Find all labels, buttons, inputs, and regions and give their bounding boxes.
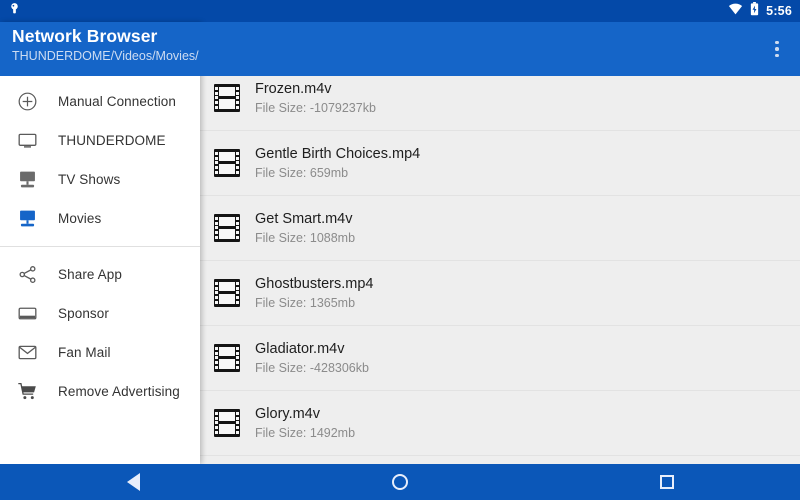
recents-icon[interactable] xyxy=(607,464,727,500)
share-icon xyxy=(14,262,40,288)
battery-charging-icon xyxy=(750,1,759,21)
list-item-text: Gentle Birth Choices.mp4 File Size: 659m… xyxy=(255,145,420,182)
list-item[interactable]: Get Smart.m4v File Size: 1088mb xyxy=(200,196,800,261)
list-item[interactable]: Ghostbusters.mp4 File Size: 1365mb xyxy=(200,261,800,326)
file-name: Glory.m4v xyxy=(255,405,320,422)
file-name: Gladiator.m4v xyxy=(255,340,345,357)
sidebar-item-label: Manual Connection xyxy=(58,94,177,109)
file-name: Ghostbusters.mp4 xyxy=(255,275,374,292)
sidebar-item-sponsor[interactable]: Sponsor xyxy=(0,294,200,333)
list-item[interactable]: Gentle Birth Choices.mp4 File Size: 659m… xyxy=(200,131,800,196)
sidebar-item-label: Remove Advertising xyxy=(58,384,180,399)
film-icon xyxy=(214,84,240,112)
file-list[interactable]: Frozen.m4v File Size: -1079237kb Gentle … xyxy=(200,66,800,464)
wifi-icon xyxy=(728,2,743,20)
sidebar-item-label: Sponsor xyxy=(58,306,109,321)
file-list-panel[interactable]: Frozen.m4v File Size: -1079237kb Gentle … xyxy=(200,22,800,464)
sidebar-item-fan-mail[interactable]: Fan Mail xyxy=(0,333,200,372)
envelope-icon xyxy=(14,340,40,366)
list-item[interactable]: Glory.m4v File Size: 1492mb xyxy=(200,391,800,456)
status-bar: 5:56 xyxy=(0,0,800,22)
sidebar-item-manual-connection[interactable]: Manual Connection xyxy=(0,82,200,121)
file-name: Frozen.m4v xyxy=(255,80,332,97)
sidebar-item-label: TV Shows xyxy=(58,172,121,187)
overflow-menu-icon[interactable] xyxy=(754,22,800,76)
file-size: File Size: 1492mb xyxy=(255,425,356,440)
breadcrumb: THUNDERDOME/Videos/Movies/ xyxy=(12,49,199,63)
monitor-icon xyxy=(14,128,40,154)
file-size: File Size: 1088mb xyxy=(255,230,356,245)
drawer-section-actions: Share App Sponsor Fan Mail Remove Advert… xyxy=(0,249,200,417)
navigation-drawer[interactable]: Manual Connection THUNDERDOME TV Shows M… xyxy=(0,22,200,464)
drawer-section-sources: Manual Connection THUNDERDOME TV Shows M… xyxy=(0,76,200,244)
sidebar-item-label: Share App xyxy=(58,267,122,282)
list-item-text: Gladiator.m4v File Size: -428306kb xyxy=(255,340,369,377)
app-bar: Network Browser THUNDERDOME/Videos/Movie… xyxy=(0,22,800,76)
file-size: File Size: 1365mb xyxy=(255,295,356,310)
list-item[interactable]: Gnomeo & Juliet.m4v File Size: 886mb xyxy=(200,456,800,464)
file-size: File Size: 659mb xyxy=(255,165,349,180)
back-icon[interactable] xyxy=(73,464,193,500)
sidebar-item-share-app[interactable]: Share App xyxy=(0,255,200,294)
file-size: File Size: -428306kb xyxy=(255,360,369,375)
file-size: File Size: -1079237kb xyxy=(255,100,376,115)
drawer-divider xyxy=(0,246,200,247)
card-icon xyxy=(14,301,40,327)
notification-icon xyxy=(8,2,21,20)
server-icon xyxy=(14,167,40,193)
server-icon-active xyxy=(14,206,40,232)
sidebar-item-label: Fan Mail xyxy=(58,345,111,360)
app-root: 5:56 Frozen.m4v File Size: -1079237kb Ge… xyxy=(0,0,800,500)
android-navigation-bar xyxy=(0,464,800,500)
sidebar-item-tv-shows[interactable]: TV Shows xyxy=(0,160,200,199)
plus-circle-icon xyxy=(14,89,40,115)
list-item-text: Get Smart.m4v File Size: 1088mb xyxy=(255,210,355,247)
home-icon[interactable] xyxy=(340,464,460,500)
list-item-text: Ghostbusters.mp4 File Size: 1365mb xyxy=(255,275,373,312)
page-title: Network Browser xyxy=(12,26,158,46)
list-item-text: Frozen.m4v File Size: -1079237kb xyxy=(255,80,376,117)
list-item-text: Glory.m4v File Size: 1492mb xyxy=(255,405,355,442)
film-icon xyxy=(214,409,240,437)
status-bar-notifications xyxy=(8,2,728,20)
cart-icon xyxy=(14,379,40,405)
film-icon xyxy=(214,214,240,242)
film-icon xyxy=(214,344,240,372)
file-name: Get Smart.m4v xyxy=(255,210,353,227)
sidebar-item-thunderdome[interactable]: THUNDERDOME xyxy=(0,121,200,160)
status-bar-clock: 5:56 xyxy=(766,4,792,18)
sidebar-item-label: Movies xyxy=(58,211,102,226)
app-bar-titles: Network Browser THUNDERDOME/Videos/Movie… xyxy=(0,22,754,64)
list-item[interactable]: Gladiator.m4v File Size: -428306kb xyxy=(200,326,800,391)
film-icon xyxy=(214,149,240,177)
file-name: Gentle Birth Choices.mp4 xyxy=(255,145,421,162)
film-icon xyxy=(214,279,240,307)
status-bar-indicators: 5:56 xyxy=(728,1,792,21)
sidebar-item-remove-advertising[interactable]: Remove Advertising xyxy=(0,372,200,411)
sidebar-item-label: THUNDERDOME xyxy=(58,133,166,148)
sidebar-item-movies[interactable]: Movies xyxy=(0,199,200,238)
